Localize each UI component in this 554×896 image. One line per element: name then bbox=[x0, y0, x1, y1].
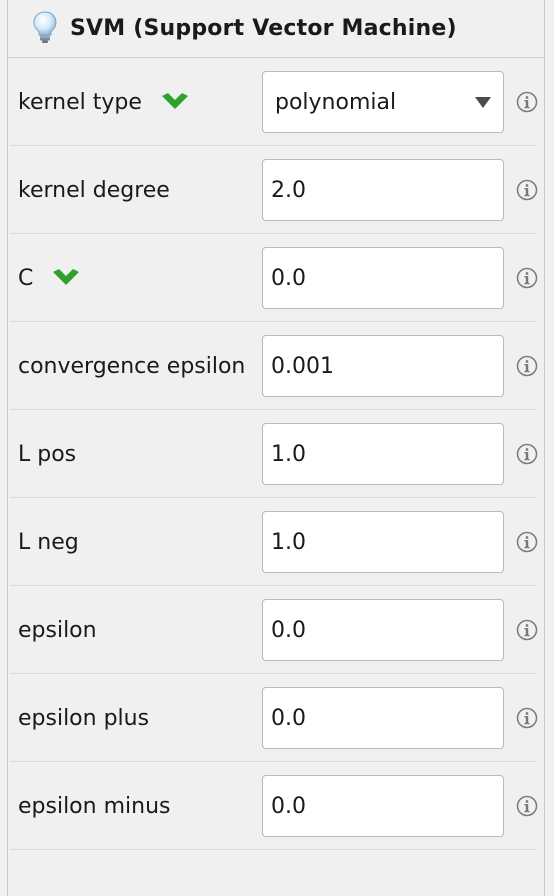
info-icon[interactable] bbox=[516, 91, 538, 113]
expert-toggle-chevron-icon[interactable] bbox=[160, 91, 190, 113]
dropdown-arrow-icon[interactable] bbox=[475, 97, 491, 108]
param-row-kernel-degree: kernel degree 2.0 bbox=[10, 146, 538, 234]
param-label: epsilon minus bbox=[18, 793, 171, 819]
param-row-l-neg: L neg 1.0 bbox=[10, 498, 538, 586]
info-icon[interactable] bbox=[516, 443, 538, 465]
param-row-epsilon: epsilon 0.0 bbox=[10, 586, 538, 674]
expert-toggle-chevron-icon[interactable] bbox=[51, 267, 81, 289]
l-neg-input[interactable]: 1.0 bbox=[262, 511, 504, 573]
epsilon-plus-input[interactable]: 0.0 bbox=[262, 687, 504, 749]
parameters-panel: SVM (Support Vector Machine) kernel type… bbox=[7, 0, 545, 896]
panel-title: SVM (Support Vector Machine) bbox=[70, 16, 457, 41]
info-icon[interactable] bbox=[516, 795, 538, 817]
info-icon[interactable] bbox=[516, 179, 538, 201]
c-input[interactable]: 0.0 bbox=[262, 247, 504, 309]
l-pos-input[interactable]: 1.0 bbox=[262, 423, 504, 485]
param-row-l-pos: L pos 1.0 bbox=[10, 410, 538, 498]
param-row-convergence-epsilon: convergence epsilon 0.001 bbox=[10, 322, 538, 410]
param-row-epsilon-minus: epsilon minus 0.0 bbox=[10, 762, 538, 850]
param-label: epsilon bbox=[18, 617, 97, 643]
param-label: convergence epsilon bbox=[18, 353, 246, 379]
param-row-kernel-type: kernel type polynomial bbox=[10, 58, 538, 146]
param-row-c: C 0.0 bbox=[10, 234, 538, 322]
param-label: kernel type bbox=[18, 89, 142, 115]
panel-header: SVM (Support Vector Machine) bbox=[8, 0, 544, 58]
select-value: polynomial bbox=[275, 89, 397, 115]
param-row-epsilon-plus: epsilon plus 0.0 bbox=[10, 674, 538, 762]
kernel-degree-input[interactable]: 2.0 bbox=[262, 159, 504, 221]
lightbulb-icon bbox=[32, 10, 58, 44]
param-label: L pos bbox=[18, 441, 77, 467]
param-label: kernel degree bbox=[18, 177, 170, 203]
info-icon[interactable] bbox=[516, 355, 538, 377]
kernel-type-select[interactable]: polynomial bbox=[262, 71, 504, 133]
param-label: epsilon plus bbox=[18, 705, 150, 731]
info-icon[interactable] bbox=[516, 707, 538, 729]
info-icon[interactable] bbox=[516, 619, 538, 641]
param-label: L neg bbox=[18, 529, 79, 555]
info-icon[interactable] bbox=[516, 531, 538, 553]
epsilon-input[interactable]: 0.0 bbox=[262, 599, 504, 661]
info-icon[interactable] bbox=[516, 267, 538, 289]
param-label: C bbox=[18, 265, 34, 291]
convergence-epsilon-input[interactable]: 0.001 bbox=[262, 335, 504, 397]
epsilon-minus-input[interactable]: 0.0 bbox=[262, 775, 504, 837]
